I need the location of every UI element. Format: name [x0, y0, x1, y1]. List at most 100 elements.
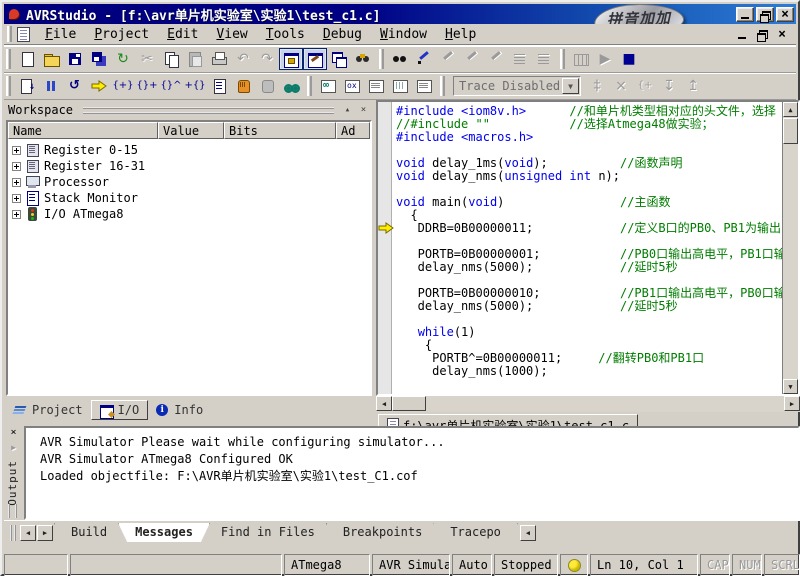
- expand-plus-icon[interactable]: [12, 146, 21, 155]
- column-header-ad[interactable]: Ad: [336, 122, 370, 139]
- bottom-tab-breakpoints[interactable]: Breakpoints: [326, 523, 439, 542]
- redo-button[interactable]: ↷: [255, 48, 279, 70]
- menu-file[interactable]: File: [36, 25, 85, 44]
- tabs-scroll-end-icon[interactable]: ◀: [520, 525, 536, 541]
- scroll-down-icon[interactable]: ▼: [783, 379, 798, 394]
- chevron-down-icon[interactable]: ▼: [562, 78, 579, 94]
- workspace-close-button[interactable]: ×: [357, 104, 370, 116]
- output-close-icon[interactable]: ×: [7, 428, 20, 440]
- register-window-button[interactable]: [340, 75, 364, 97]
- stop-button[interactable]: ■: [617, 48, 641, 70]
- bottom-tab-tracepo[interactable]: Tracepo: [433, 523, 518, 542]
- save-file-button[interactable]: [63, 48, 87, 70]
- minimize-button[interactable]: [736, 7, 754, 22]
- child-minimize-button[interactable]: [734, 27, 750, 41]
- restore-button[interactable]: [756, 7, 774, 22]
- indent-button[interactable]: [508, 48, 532, 70]
- clear-bookmarks-button[interactable]: [484, 48, 508, 70]
- child-restore-button[interactable]: [754, 27, 770, 41]
- outdent-button[interactable]: [532, 48, 556, 70]
- tree-item-register-16-31[interactable]: Register 16-31: [8, 158, 370, 174]
- document-icon[interactable]: [17, 27, 30, 42]
- scroll-right-icon[interactable]: ▶: [784, 396, 800, 411]
- trace-down-button[interactable]: ↧: [657, 75, 681, 97]
- editor-vertical-scrollbar[interactable]: ▲ ▼: [782, 102, 798, 394]
- column-header-name[interactable]: Name: [8, 122, 158, 139]
- column-header-bits[interactable]: Bits: [224, 122, 336, 139]
- print-button[interactable]: [207, 48, 231, 70]
- expand-plus-icon[interactable]: [12, 178, 21, 187]
- workspace-tab-project[interactable]: Project: [6, 400, 91, 420]
- output-expand-icon[interactable]: ▶: [7, 442, 20, 454]
- trace-up-button[interactable]: ↥: [681, 75, 705, 97]
- show-next-statement-button[interactable]: [279, 75, 303, 97]
- editor-horizontal-scrollbar[interactable]: ◀ ▶: [376, 396, 800, 412]
- trace-grid-button[interactable]: [569, 48, 593, 70]
- step-cursor-button[interactable]: [87, 75, 111, 97]
- horizontal-scroll-track[interactable]: [426, 396, 784, 412]
- tree-item-stack-monitor[interactable]: Stack Monitor: [8, 190, 370, 206]
- io-view-button[interactable]: [412, 75, 436, 97]
- tabs-scroll-right-icon[interactable]: ▶: [37, 525, 53, 541]
- open-file-button[interactable]: [39, 48, 63, 70]
- menu-window[interactable]: Window: [371, 25, 436, 44]
- expand-plus-icon[interactable]: [12, 194, 21, 203]
- tree-item-processor[interactable]: Processor: [8, 174, 370, 190]
- trace-mode-dropdown[interactable]: Trace Disabled▼: [453, 76, 581, 96]
- previous-bookmark-button[interactable]: [460, 48, 484, 70]
- scroll-left-icon[interactable]: ◀: [376, 396, 392, 411]
- copy-button[interactable]: [159, 48, 183, 70]
- toggle-workspace-button[interactable]: [279, 48, 303, 70]
- tree-item-register-0-15[interactable]: Register 0-15: [8, 142, 370, 158]
- workspace-tab-io[interactable]: I/O: [91, 400, 149, 420]
- memory-window-button[interactable]: [388, 75, 412, 97]
- reload-button[interactable]: ↻: [111, 48, 135, 70]
- step-out-button[interactable]: {}^: [159, 75, 183, 97]
- toggle-bookmark-button[interactable]: [412, 48, 436, 70]
- column-header-value[interactable]: Value: [158, 122, 224, 139]
- next-bookmark-button[interactable]: [436, 48, 460, 70]
- menu-help[interactable]: Help: [436, 25, 485, 44]
- run-to-cursor-button[interactable]: +{}: [183, 75, 207, 97]
- menu-tools[interactable]: Tools: [257, 25, 314, 44]
- undo-button[interactable]: ↶: [231, 48, 255, 70]
- menu-debug[interactable]: Debug: [314, 25, 371, 44]
- menu-grip[interactable]: [7, 26, 12, 42]
- menu-edit[interactable]: Edit: [158, 25, 207, 44]
- remove-trace-button[interactable]: ×: [609, 75, 633, 97]
- tab-bar-grip[interactable]: [10, 525, 16, 541]
- save-all-button[interactable]: [87, 48, 111, 70]
- watch-window-button[interactable]: [316, 75, 340, 97]
- run-button[interactable]: ▶: [593, 48, 617, 70]
- workspace-tab-info[interactable]: Info: [148, 400, 211, 420]
- step-into-button[interactable]: {+}: [111, 75, 135, 97]
- output-log[interactable]: AVR Simulator Please wait while configur…: [24, 426, 800, 520]
- assemble-button[interactable]: [15, 75, 39, 97]
- menu-view[interactable]: View: [207, 25, 256, 44]
- reset-button[interactable]: [63, 75, 87, 97]
- bottom-tab-build[interactable]: Build: [54, 523, 124, 542]
- close-button[interactable]: [776, 7, 794, 22]
- expand-plus-icon[interactable]: [12, 162, 21, 171]
- trace-step-button[interactable]: {+: [633, 75, 657, 97]
- toggle-output-button[interactable]: [303, 48, 327, 70]
- child-close-button[interactable]: [774, 27, 790, 41]
- menu-project[interactable]: Project: [85, 25, 158, 44]
- bottom-tab-messages[interactable]: Messages: [118, 523, 210, 542]
- workspace-pin-button[interactable]: ▴: [341, 104, 354, 116]
- find-button[interactable]: [388, 48, 412, 70]
- pause-button[interactable]: [39, 75, 63, 97]
- editor-gutter[interactable]: [378, 102, 392, 394]
- cascade-windows-button[interactable]: [327, 48, 351, 70]
- step-over-button[interactable]: {}+: [135, 75, 159, 97]
- add-trace-point-button[interactable]: ‡: [585, 75, 609, 97]
- tabs-scroll-left-icon[interactable]: ◀: [20, 525, 36, 541]
- tree-item-i-o-atmega8[interactable]: I/O ATmega8: [8, 206, 370, 222]
- find-in-files-button[interactable]: [351, 48, 375, 70]
- output-window-button[interactable]: [364, 75, 388, 97]
- break-all-button[interactable]: [255, 75, 279, 97]
- output-drag-grip[interactable]: [8, 504, 17, 518]
- vertical-scroll-thumb[interactable]: [783, 118, 798, 144]
- bottom-tab-find-in-files[interactable]: Find in Files: [204, 523, 332, 542]
- paste-button[interactable]: [183, 48, 207, 70]
